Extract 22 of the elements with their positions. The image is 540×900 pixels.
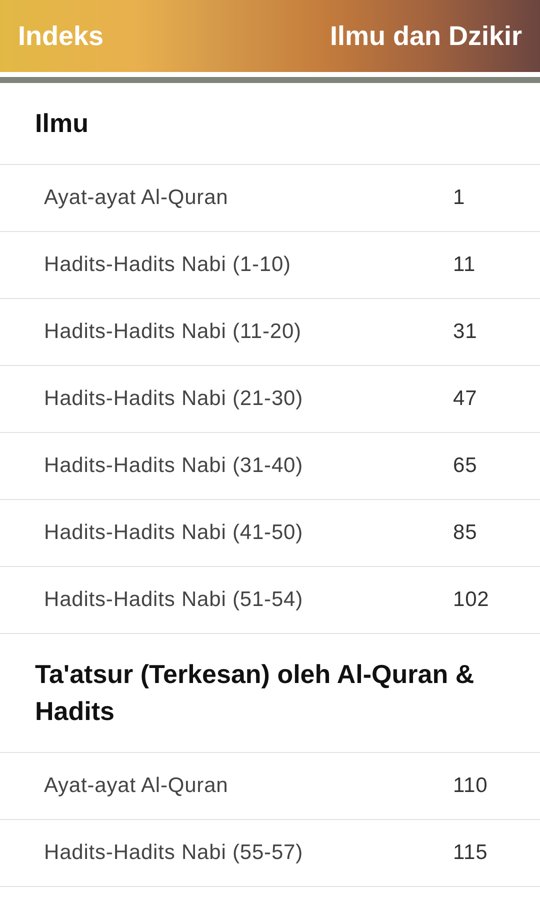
book-title: Ilmu dan Dzikir [330, 20, 522, 52]
page-number: 110 [453, 774, 489, 798]
entry-title[interactable]: Hadits-Hadits Nabi (41-50) [44, 521, 453, 545]
entry-title[interactable]: Hadits-Hadits Nabi (55-57) [44, 841, 453, 865]
page-number: 102 [453, 588, 490, 612]
page-number: 11 [453, 253, 477, 277]
section-heading: Ilmu [0, 83, 540, 165]
index-title: Indeks [18, 20, 104, 52]
entry-title[interactable]: Hadits-Hadits Nabi (31-40) [44, 454, 453, 478]
page-number: 85 [453, 521, 478, 545]
section-heading: Ta'atsur (Terkesan) oleh Al-Quran & Hadits [0, 634, 540, 753]
entry-title[interactable]: Ayat-ayat Al-Quran [44, 774, 453, 798]
entry-title[interactable]: Hadits-Hadits Nabi (1-10) [44, 253, 453, 277]
page-number: 115 [453, 841, 489, 865]
page-number: 47 [453, 387, 478, 411]
entry-title[interactable]: Hadits-Hadits Nabi (11-20) [44, 320, 453, 344]
page-number: 1 [453, 186, 466, 210]
entry-title[interactable]: Hadits-Hadits Nabi (21-30) [44, 387, 453, 411]
page-number: 31 [453, 320, 478, 344]
page-number: 65 [453, 454, 478, 478]
entry-title[interactable]: Ayat-ayat Al-Quran [44, 186, 453, 210]
entry-title[interactable]: Hadits-Hadits Nabi (51-54) [44, 588, 453, 612]
